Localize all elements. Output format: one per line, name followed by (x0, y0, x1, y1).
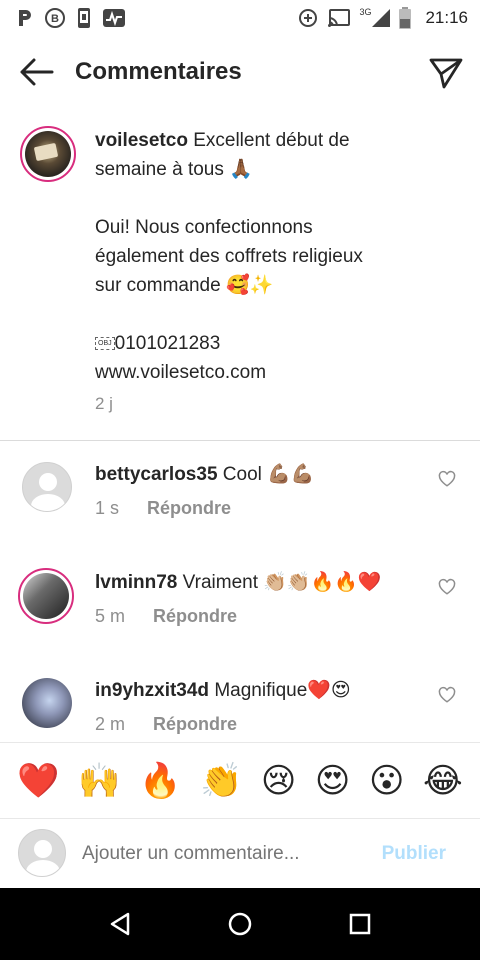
comment-meta: 1 s Répondre (95, 498, 231, 519)
emoji-raised-hands-button[interactable]: 🙌 (78, 764, 120, 798)
comment-input-row: Publier (0, 818, 480, 889)
cast-icon (328, 9, 351, 27)
status-bar: B 3G 21:16 (0, 0, 480, 38)
post-caption: voilesetco Excellent début de semaine à … (0, 118, 480, 440)
like-heart-icon[interactable] (438, 578, 456, 596)
object-replacement-icon: OBJ (95, 337, 115, 351)
network-type-label: 3G (359, 7, 372, 17)
nav-recents-icon[interactable] (346, 910, 374, 938)
caption-line: Oui! Nous confectionnons (95, 217, 313, 238)
page-title: Commentaires (75, 58, 242, 85)
divider (0, 440, 480, 441)
comment-text: lvminn78 Vraiment 👏🏼👏🏼🔥🔥❤️ (95, 570, 382, 594)
comment-username[interactable]: in9yhzxit34d (95, 680, 209, 701)
commenter-avatar[interactable] (18, 568, 74, 624)
emoji-surprised-button[interactable]: 😮 (369, 764, 404, 798)
reply-button[interactable]: Répondre (153, 714, 237, 735)
caption-line: semaine à tous 🙏🏾 (95, 159, 253, 180)
comment-username[interactable]: lvminn78 (95, 572, 177, 593)
comment-time: 1 s (95, 498, 120, 518)
caption-text: voilesetco Excellent début de semaine à … (95, 126, 415, 387)
comment-text: in9yhzxit34d Magnifique❤️😍 (95, 678, 351, 702)
comment-time: 2 m (95, 714, 126, 734)
post-button[interactable]: Publier (382, 843, 446, 865)
svg-text:B: B (51, 13, 59, 25)
emoji-fire-button[interactable]: 🔥 (139, 764, 181, 798)
comment-meta: 2 m Répondre (95, 714, 237, 735)
caption-author-avatar[interactable] (20, 126, 76, 182)
caption-time: 2 j (95, 394, 113, 413)
caption-website[interactable]: www.voilesetco.com (95, 358, 415, 387)
data-saver-icon (299, 9, 318, 27)
nav-home-icon[interactable] (226, 910, 254, 938)
comment-body: Vraiment 👏🏼👏🏼🔥🔥❤️ (182, 572, 382, 593)
back-arrow-icon[interactable] (16, 54, 56, 90)
commenter-avatar[interactable] (22, 678, 72, 728)
caption-line: Excellent début de (193, 130, 350, 151)
battery-icon (399, 7, 412, 29)
system-nav-bar (0, 888, 480, 960)
comment-item: bettycarlos35 Cool 💪🏽💪🏽 1 s Répondre (0, 450, 480, 550)
emoji-heart-button[interactable]: ❤️ (17, 764, 59, 798)
nav-back-icon[interactable] (106, 910, 134, 938)
caption-line: également des coffrets religieux (95, 246, 363, 267)
b-icon: B (45, 8, 65, 28)
like-heart-icon[interactable] (438, 686, 456, 704)
caption-phone: 0101021283 (114, 333, 221, 354)
send-icon[interactable] (428, 54, 464, 90)
emoji-crying-button[interactable]: 😢 (261, 764, 296, 798)
reply-button[interactable]: Répondre (147, 498, 231, 519)
emoji-laughing-button[interactable]: 😂 (423, 764, 463, 798)
like-heart-icon[interactable] (438, 470, 456, 488)
emoji-heart-eyes-button[interactable]: 😍 (315, 764, 350, 798)
comment-username[interactable]: bettycarlos35 (95, 464, 218, 485)
comment-text: bettycarlos35 Cool 💪🏽💪🏽 (95, 462, 314, 486)
phone-icon (78, 8, 90, 28)
emoji-clap-button[interactable]: 👏 (200, 764, 242, 798)
comment-time: 5 m (95, 606, 126, 626)
signal-icon (372, 9, 391, 27)
comment-input[interactable] (82, 843, 362, 865)
reply-button[interactable]: Répondre (153, 606, 237, 627)
caption-phone-line: OBJ 0101021283 (95, 329, 415, 358)
status-time: 21:16 (425, 8, 468, 27)
app-header: Commentaires (0, 38, 480, 106)
comment-body: Magnifique❤️😍 (214, 680, 351, 701)
comment-meta: 5 m Répondre (95, 606, 237, 627)
p-icon (19, 10, 31, 26)
activity-icon (103, 9, 125, 27)
comment-item: lvminn78 Vraiment 👏🏼👏🏼🔥🔥❤️ 5 m Répondre (0, 558, 480, 658)
current-user-avatar (18, 829, 66, 877)
emoji-quick-bar: ❤️ 🙌 🔥 👏 😢 😍 😮 😂 (0, 742, 480, 818)
caption-username[interactable]: voilesetco (95, 130, 188, 151)
comment-body: Cool 💪🏽💪🏽 (222, 464, 315, 485)
caption-line: sur commande 🥰✨ (95, 275, 274, 296)
commenter-avatar[interactable] (22, 462, 72, 512)
